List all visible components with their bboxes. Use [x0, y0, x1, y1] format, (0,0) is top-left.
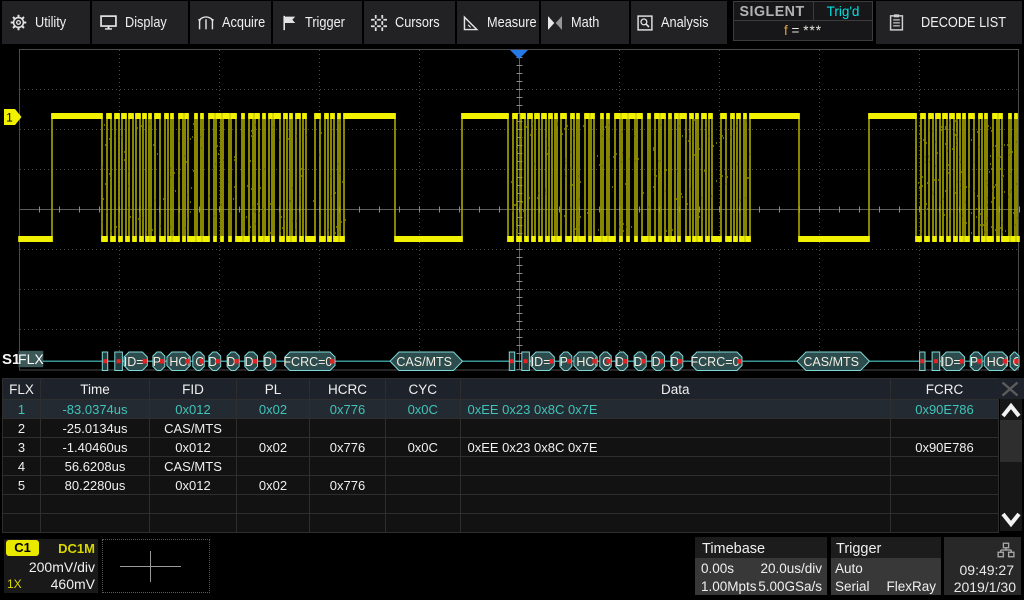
svg-text:ID=: ID=: [531, 355, 551, 369]
svg-text:P: P: [560, 355, 568, 369]
svg-text:D: D: [634, 355, 643, 369]
svg-text:CAS/MTS: CAS/MTS: [803, 355, 859, 369]
svg-text:CAS/MTS: CAS/MTS: [396, 355, 452, 369]
svg-text:D: D: [652, 355, 661, 369]
svg-text:D: D: [227, 355, 236, 369]
svg-text:P: P: [153, 355, 161, 369]
svg-text:D: D: [670, 355, 679, 369]
svg-text:D: D: [245, 355, 254, 369]
svg-text:FCRC=0: FCRC=0: [283, 355, 332, 369]
svg-text:FCRC=0: FCRC=0: [691, 355, 740, 369]
svg-text:ID=: ID=: [124, 355, 144, 369]
svg-text:FLX: FLX: [18, 351, 44, 367]
svg-text:ID=: ID=: [941, 355, 961, 369]
svg-text:P: P: [970, 355, 978, 369]
svg-text:1: 1: [6, 111, 13, 125]
